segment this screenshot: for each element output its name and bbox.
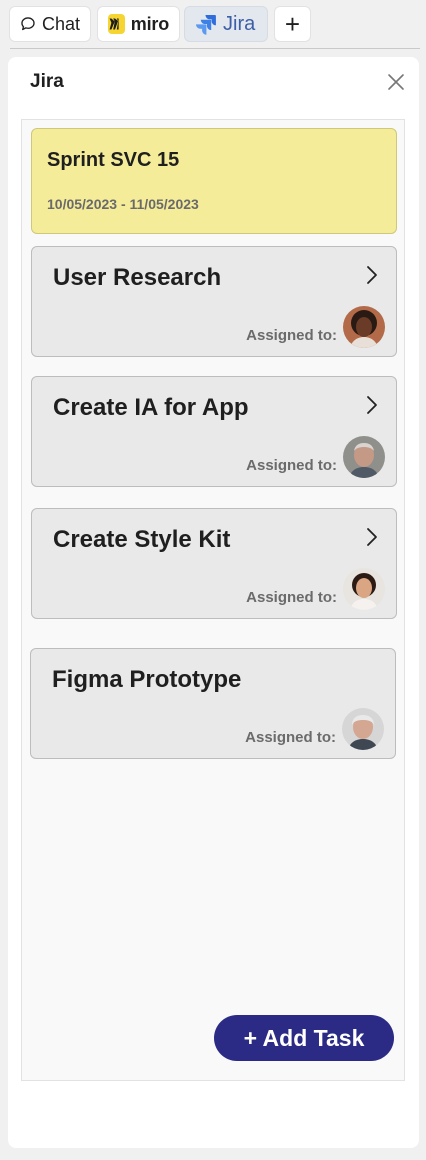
assigned-label: Assigned to: — [246, 589, 337, 606]
jira-logo-icon — [196, 15, 216, 35]
tab-chat-label: Chat — [41, 13, 80, 34]
tab-miro[interactable]: miro — [97, 6, 180, 42]
chevron-right-icon[interactable] — [364, 527, 380, 547]
assigned-label: Assigned to: — [246, 457, 337, 474]
panel-title: Jira — [30, 71, 64, 92]
tab-jira[interactable]: Jira — [184, 6, 268, 42]
miro-logo-icon — [108, 14, 125, 34]
task-card-style-kit[interactable]: Create Style Kit Assigned to: — [31, 508, 397, 619]
assigned-label: Assigned to: — [246, 327, 337, 344]
task-title: Create IA for App — [53, 394, 249, 421]
add-tab-button[interactable]: + — [274, 6, 311, 42]
add-task-button[interactable]: + Add Task — [214, 1015, 394, 1061]
task-title: User Research — [53, 264, 222, 291]
close-icon — [388, 74, 404, 90]
avatar-gray-haired-man — [342, 708, 384, 750]
task-title: Figma Prototype — [52, 666, 242, 693]
task-board: Sprint SVC 15 10/05/2023 - 11/05/2023 Us… — [21, 119, 405, 1081]
avatar-woman-curly — [343, 306, 385, 348]
tab-bar-divider — [10, 48, 420, 49]
tab-miro-label: miro — [130, 13, 169, 34]
sprint-title: Sprint SVC 15 — [47, 149, 180, 171]
tab-chat[interactable]: Chat — [9, 6, 91, 42]
sprint-card[interactable]: Sprint SVC 15 10/05/2023 - 11/05/2023 — [31, 128, 397, 234]
tab-jira-label: Jira — [223, 12, 256, 35]
chevron-right-icon[interactable] — [364, 265, 380, 285]
avatar-young-woman — [343, 568, 385, 610]
task-title: Create Style Kit — [53, 526, 231, 553]
chevron-right-icon[interactable] — [364, 395, 380, 415]
sprint-dates: 10/05/2023 - 11/05/2023 — [47, 196, 199, 212]
tab-bar: Chat miro Jira + — [0, 0, 426, 50]
avatar-older-man — [343, 436, 385, 478]
task-card-user-research[interactable]: User Research Assigned to: — [31, 246, 397, 357]
plus-icon: + — [284, 8, 301, 39]
task-card-figma-prototype[interactable]: Figma Prototype Assigned to: — [30, 648, 396, 759]
assigned-label: Assigned to: — [245, 729, 336, 746]
close-button[interactable] — [385, 71, 407, 93]
chat-bubble-icon — [21, 17, 35, 31]
jira-panel: Jira Sprint SVC 15 10/05/2023 - 11/05/20… — [8, 57, 419, 1148]
task-card-create-ia[interactable]: Create IA for App Assigned to: — [31, 376, 397, 487]
